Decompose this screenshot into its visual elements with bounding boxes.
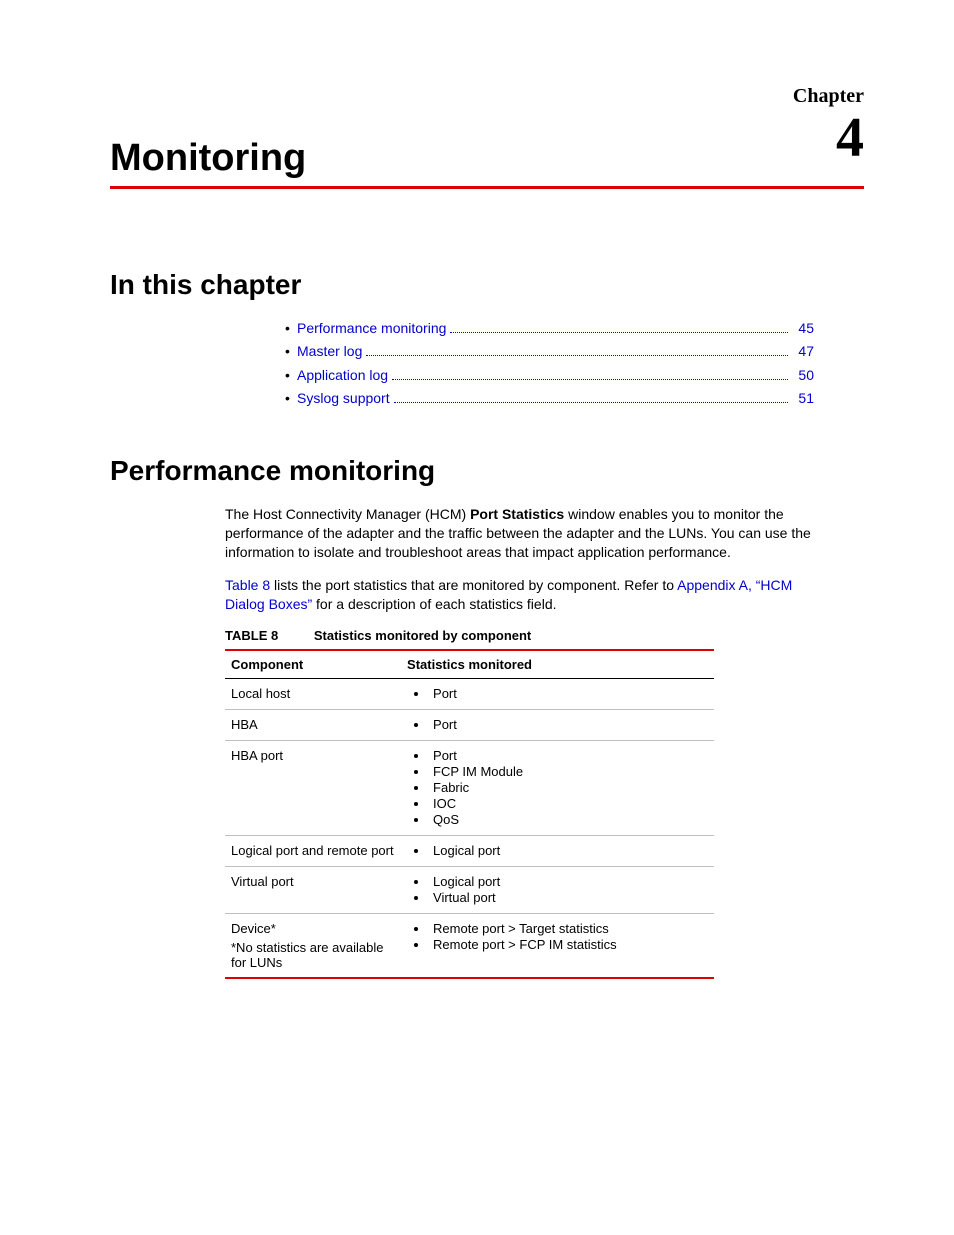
stats-item: Remote port > FCP IM statistics <box>429 937 708 952</box>
toc-row: •Master log 47 <box>285 343 814 361</box>
stats-item: Fabric <box>429 780 708 795</box>
chapter-number: 4 <box>793 110 864 166</box>
paragraph-1: The Host Connectivity Manager (HCM) Port… <box>225 505 834 562</box>
chapter-title: Monitoring <box>110 137 864 180</box>
table-row: Virtual portLogical portVirtual port <box>225 866 714 913</box>
component-label: HBA <box>231 717 395 732</box>
stats-item: IOC <box>429 796 708 811</box>
component-label: Virtual port <box>231 874 395 889</box>
stats-item: Logical port <box>429 874 708 889</box>
cell-stats: PortFCP IM ModuleFabricIOCQoS <box>401 740 714 835</box>
chapter-header: Chapter 4 <box>793 85 864 166</box>
cell-component: Local host <box>225 678 401 709</box>
stats-table: Component Statistics monitored Local hos… <box>225 649 714 979</box>
chapter-label: Chapter <box>793 85 864 108</box>
cell-component: Device* *No statistics are available for … <box>225 913 401 978</box>
stats-item: Port <box>429 686 708 701</box>
cell-component: Logical port and remote port <box>225 835 401 866</box>
stats-item: Remote port > Target statistics <box>429 921 708 936</box>
page: Chapter 4 Monitoring In this chapter •Pe… <box>0 0 954 1235</box>
toc-page[interactable]: 51 <box>792 390 814 406</box>
stats-item: FCP IM Module <box>429 764 708 779</box>
body-text: The Host Connectivity Manager (HCM) Port… <box>225 505 834 613</box>
stats-list: Port <box>407 686 708 701</box>
stats-item: Logical port <box>429 843 708 858</box>
link-table8[interactable]: Table 8 <box>225 577 270 593</box>
cell-stats: Logical portVirtual port <box>401 866 714 913</box>
p2-mid: lists the port statistics that are monit… <box>270 577 677 593</box>
table-row: HBA Port <box>225 709 714 740</box>
toc-leader <box>394 390 789 404</box>
toc: •Performance monitoring45•Master log47•A… <box>285 319 814 407</box>
toc-bullet-icon: • <box>285 367 297 383</box>
toc-page[interactable]: 47 <box>792 343 814 359</box>
section-performance-monitoring: Performance monitoring <box>110 455 864 487</box>
component-label: HBA port <box>231 748 395 763</box>
table-row: HBA port PortFCP IM ModuleFabricIOCQoS <box>225 740 714 835</box>
title-rule <box>110 186 864 189</box>
toc-link[interactable]: Syslog support <box>297 390 390 406</box>
toc-row: •Performance monitoring 45 <box>285 319 814 337</box>
table-row: Local host Port <box>225 678 714 709</box>
toc-link[interactable]: Master log <box>297 343 362 359</box>
toc-bullet-icon: • <box>285 320 297 336</box>
stats-list: Logical portVirtual port <box>407 874 708 905</box>
component-label: Local host <box>231 686 395 701</box>
cell-component: HBA port <box>225 740 401 835</box>
cell-component: HBA <box>225 709 401 740</box>
toc-row: •Syslog support 51 <box>285 390 814 408</box>
table-caption-title: Statistics monitored by component <box>314 628 531 643</box>
toc-bullet-icon: • <box>285 343 297 359</box>
toc-row: •Application log 50 <box>285 366 814 384</box>
toc-leader <box>392 366 788 380</box>
table-caption: TABLE 8 Statistics monitored by componen… <box>225 628 714 643</box>
table-footnote: *No statistics are available for LUNs <box>231 940 395 970</box>
section-in-this-chapter: In this chapter <box>110 269 864 301</box>
table-block: TABLE 8 Statistics monitored by componen… <box>225 628 714 979</box>
stats-item: Virtual port <box>429 890 708 905</box>
cell-component: Virtual port <box>225 866 401 913</box>
table-caption-label: TABLE 8 <box>225 628 278 643</box>
th-component: Component <box>225 650 401 679</box>
toc-page[interactable]: 50 <box>792 367 814 383</box>
toc-link[interactable]: Performance monitoring <box>297 320 446 336</box>
stats-list: Logical port <box>407 843 708 858</box>
cell-stats: Port <box>401 709 714 740</box>
cell-stats: Remote port > Target statisticsRemote po… <box>401 913 714 978</box>
p2-post: for a description of each statistics fie… <box>312 596 556 612</box>
table-row: Logical port and remote port Logical port <box>225 835 714 866</box>
stats-item: Port <box>429 717 708 732</box>
toc-bullet-icon: • <box>285 390 297 406</box>
paragraph-2: Table 8 lists the port statistics that a… <box>225 576 834 614</box>
p1-pre: The Host Connectivity Manager (HCM) <box>225 506 470 522</box>
table-row: Device* *No statistics are available for … <box>225 913 714 978</box>
th-stats: Statistics monitored <box>401 650 714 679</box>
stats-item: QoS <box>429 812 708 827</box>
cell-stats: Logical port <box>401 835 714 866</box>
stats-list: PortFCP IM ModuleFabricIOCQoS <box>407 748 708 827</box>
stats-item: Port <box>429 748 708 763</box>
component-label: Logical port and remote port <box>231 843 395 858</box>
stats-list: Port <box>407 717 708 732</box>
p1-bold: Port Statistics <box>470 506 564 522</box>
stats-list: Remote port > Target statisticsRemote po… <box>407 921 708 952</box>
toc-link[interactable]: Application log <box>297 367 388 383</box>
toc-leader <box>366 343 788 357</box>
toc-page[interactable]: 45 <box>792 320 814 336</box>
cell-stats: Port <box>401 678 714 709</box>
toc-leader <box>450 319 788 333</box>
component-label: Device* <box>231 921 395 936</box>
